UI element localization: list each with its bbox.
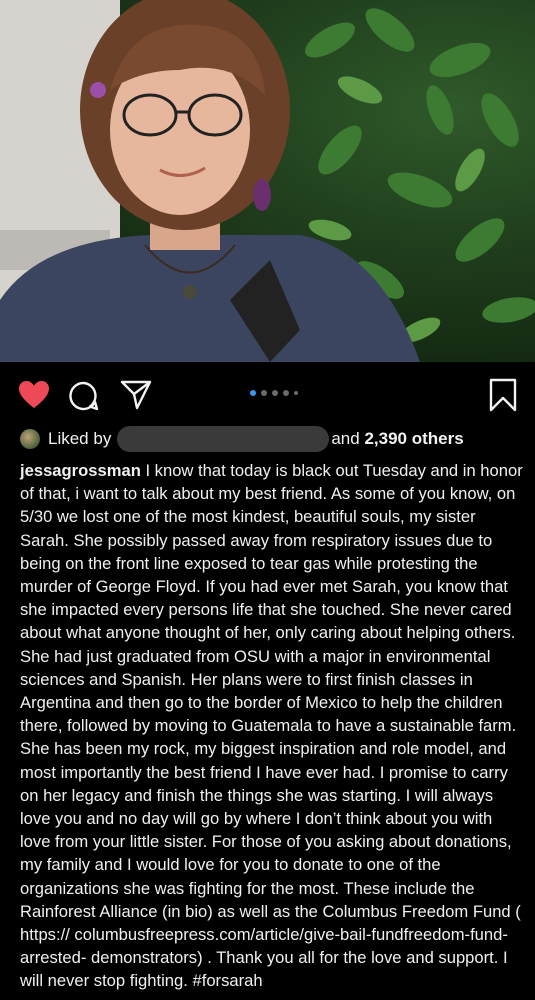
post-photo[interactable] [0, 0, 535, 362]
caption-username[interactable]: jessagrossman [20, 461, 141, 480]
caption-text: I know that today is black out Tuesday a… [20, 461, 523, 991]
redacted-username [117, 426, 330, 452]
likes-and-label: and [331, 429, 360, 448]
likes-others-count[interactable]: 2,390 others [364, 429, 463, 449]
share-icon[interactable] [120, 378, 152, 415]
carousel-dot [294, 391, 298, 395]
bookmark-icon[interactable] [488, 378, 518, 417]
comment-icon[interactable] [68, 380, 100, 417]
post-caption: jessagrossman I know that today is black… [20, 459, 525, 993]
liked-by-label: Liked by [48, 429, 112, 448]
portrait-illustration [0, 0, 535, 362]
carousel-dot [261, 390, 267, 396]
heart-icon[interactable] [18, 380, 50, 415]
liker-avatar[interactable] [20, 429, 40, 449]
likes-summary[interactable]: Liked by and 2,390 others [20, 426, 464, 452]
carousel-dot [283, 390, 289, 396]
carousel-dot [272, 390, 278, 396]
carousel-indicator [250, 390, 298, 396]
post-action-bar [0, 362, 535, 428]
carousel-dot [250, 390, 256, 396]
